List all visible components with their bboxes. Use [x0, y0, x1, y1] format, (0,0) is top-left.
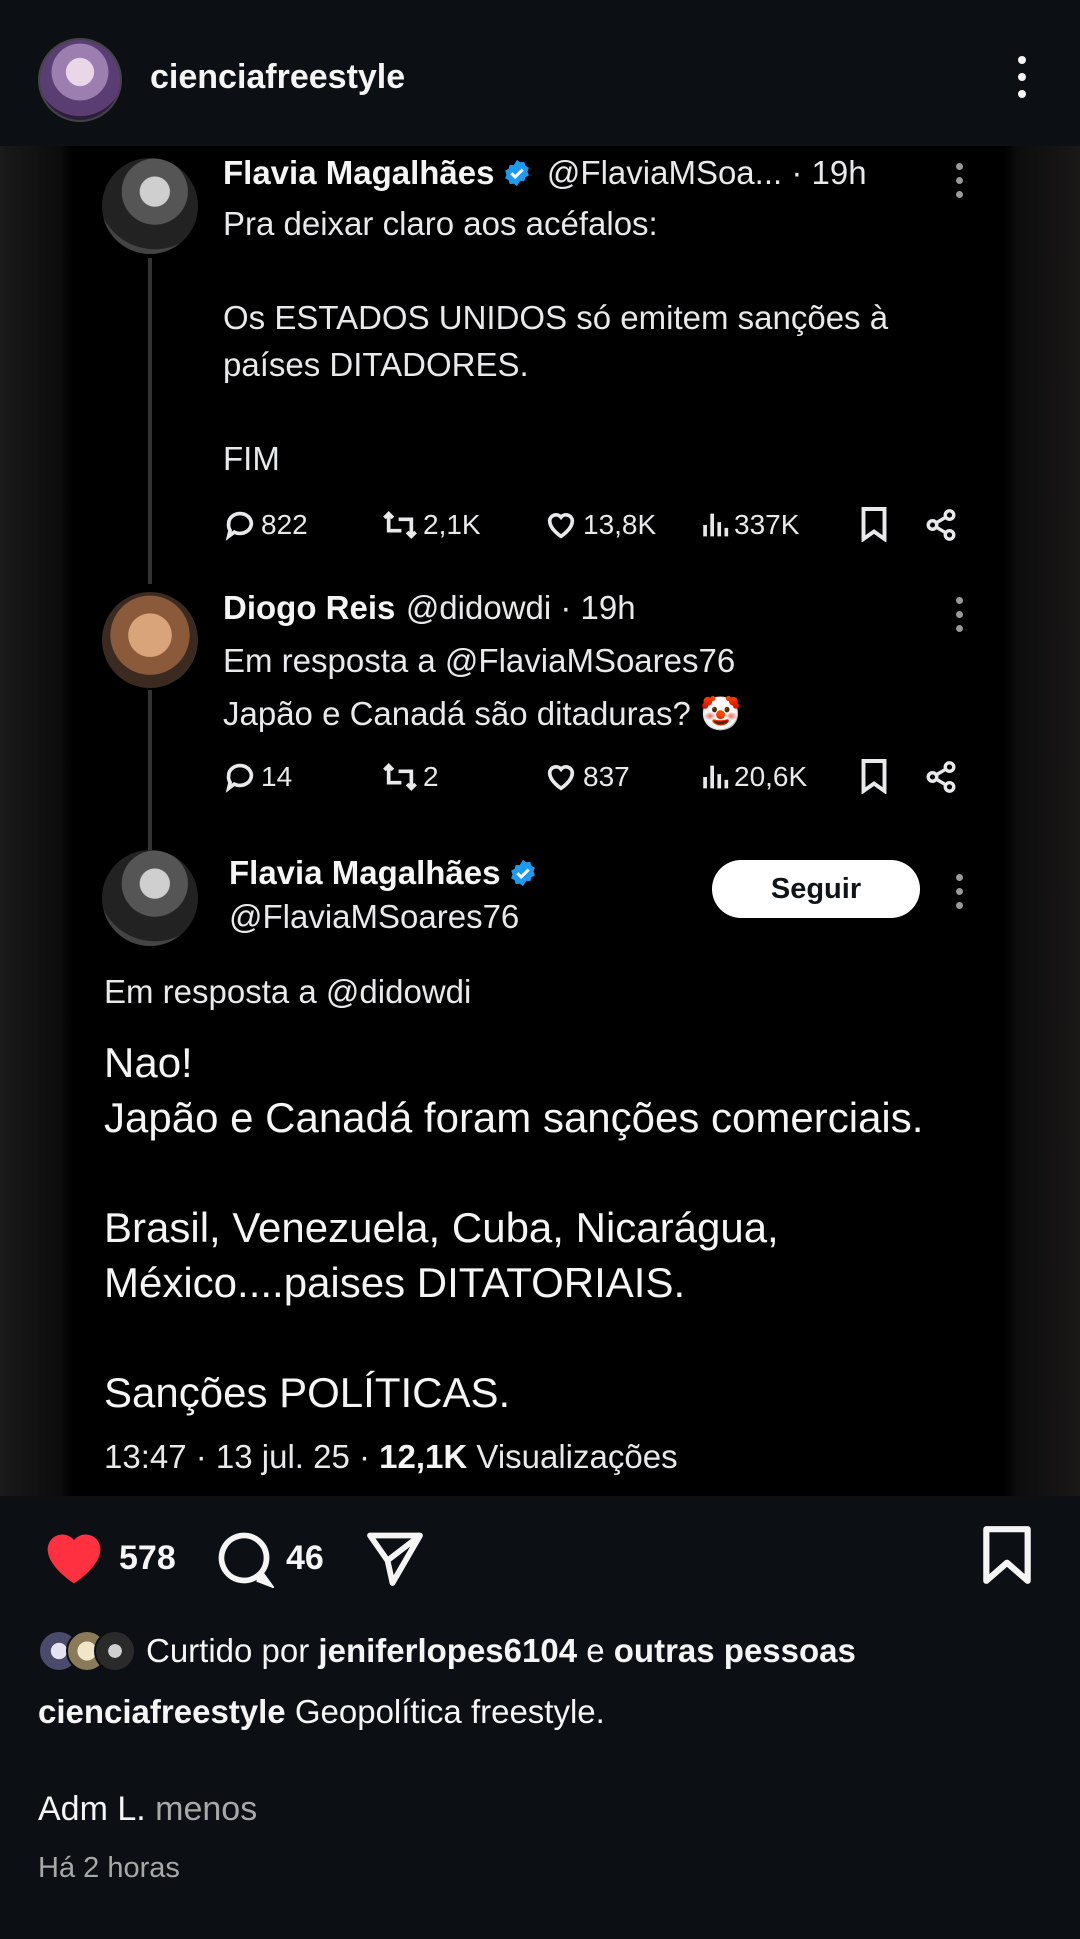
- like-icon: [547, 512, 575, 539]
- reply-count[interactable]: 822: [223, 508, 308, 542]
- tweet-header: Flavia Magalhães @FlaviaMSoa... · 19h: [223, 154, 867, 192]
- share-icon[interactable]: [924, 760, 958, 794]
- retweet-icon: [383, 511, 417, 539]
- view-count: 12,1K: [379, 1438, 468, 1475]
- heart-icon[interactable]: [42, 1528, 106, 1586]
- retweet-icon: [383, 763, 417, 791]
- like-count[interactable]: 13,8K: [543, 508, 656, 542]
- bookmark-icon[interactable]: [859, 506, 889, 542]
- kebab-icon[interactable]: [954, 597, 964, 632]
- thread-line: [148, 258, 152, 584]
- share-icon[interactable]: [924, 508, 958, 542]
- like-count[interactable]: 578: [119, 1539, 176, 1578]
- avatar: [102, 850, 198, 946]
- timestamp: Há 2 horas: [38, 1852, 180, 1884]
- tweet-text: Pra deixar claro aos acéfalos: Os ESTADO…: [223, 205, 889, 477]
- avatar: [102, 158, 198, 254]
- liked-avatars: [38, 1630, 136, 1672]
- like-count[interactable]: 837: [543, 760, 630, 794]
- view-count[interactable]: 337K: [700, 508, 799, 542]
- tweet-text: Japão e Canadá são ditaduras? 🤡: [223, 695, 742, 732]
- liked-by[interactable]: Curtido por jeniferlopes6104 e outras pe…: [38, 1630, 856, 1672]
- author-name: Flavia Magalhães: [229, 854, 501, 891]
- handle-time: @didowdi · 19h: [405, 589, 636, 626]
- like-icon: [547, 764, 575, 791]
- caption: cienciafreestyle Geopolítica freestyle.: [38, 1693, 605, 1731]
- reply-to: Em resposta a @didowdi: [104, 973, 472, 1010]
- caption-text: Geopolítica freestyle.: [285, 1693, 605, 1730]
- caption-username[interactable]: cienciafreestyle: [38, 1693, 286, 1730]
- retweet-count[interactable]: 2,1K: [381, 508, 481, 542]
- handle-time: @FlaviaMSoa... · 19h: [546, 154, 867, 191]
- comment-icon[interactable]: [214, 1528, 274, 1588]
- author-name: Diogo Reis: [223, 589, 396, 626]
- verified-icon: [511, 859, 536, 887]
- send-icon[interactable]: [364, 1528, 426, 1588]
- reply-count[interactable]: 14: [223, 760, 292, 794]
- liked-user[interactable]: jeniferlopes6104: [318, 1632, 577, 1669]
- view-count[interactable]: 20,6K: [700, 760, 807, 794]
- kebab-icon[interactable]: [1017, 56, 1027, 98]
- avatar: [102, 592, 198, 688]
- views-icon: [703, 513, 729, 537]
- comment-count[interactable]: 46: [286, 1539, 324, 1578]
- kebab-icon[interactable]: [954, 874, 964, 909]
- avatar[interactable]: [38, 38, 122, 122]
- username[interactable]: cienciafreestyle: [150, 58, 405, 97]
- tweet-text: Nao! Japão e Canadá foram sanções comerc…: [104, 1039, 924, 1416]
- reply-to: Em resposta a @FlaviaMSoares76: [223, 642, 736, 679]
- verified-icon: [505, 159, 530, 187]
- avatar: [94, 1630, 136, 1672]
- views-label: Visualizações: [467, 1438, 678, 1475]
- liked-others[interactable]: outras pessoas: [614, 1632, 856, 1669]
- views-icon: [703, 765, 729, 789]
- tweet-header: Diogo Reis @didowdi · 19h: [223, 589, 636, 627]
- comment-preview[interactable]: Adm L. menos: [38, 1790, 257, 1829]
- thread-line: [148, 690, 152, 850]
- save-icon[interactable]: [980, 1524, 1034, 1586]
- comment-user: Adm L.: [38, 1790, 146, 1828]
- author-name: Flavia Magalhães: [223, 154, 495, 191]
- follow-button[interactable]: Seguir: [712, 860, 920, 918]
- time-date: 13:47 · 13 jul. 25 ·: [104, 1438, 380, 1475]
- tweet-meta: 13:47 · 13 jul. 25 · 12,1K Visualizações: [104, 1438, 678, 1476]
- bookmark-icon[interactable]: [859, 758, 889, 794]
- reply-icon: [225, 511, 254, 541]
- author-handle: @FlaviaMSoares76: [229, 898, 520, 935]
- main-author: Flavia Magalhães: [229, 854, 538, 892]
- more-link[interactable]: menos: [146, 1790, 257, 1828]
- retweet-count[interactable]: 2: [381, 760, 439, 794]
- kebab-icon[interactable]: [954, 163, 964, 198]
- reply-icon: [225, 763, 254, 793]
